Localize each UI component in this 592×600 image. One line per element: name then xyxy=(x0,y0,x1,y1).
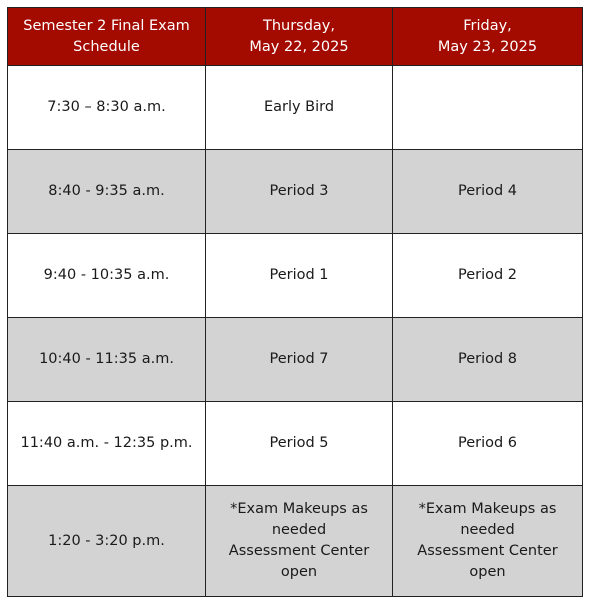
header-row: Semester 2 Final Exam Schedule Thursday,… xyxy=(7,7,583,66)
table-row: 9:40 - 10:35 a.m. Period 1 Period 2 xyxy=(7,233,583,318)
thursday-cell: Period 7 xyxy=(205,317,393,402)
time-cell: 11:40 a.m. - 12:35 p.m. xyxy=(7,401,206,486)
time-cell: 7:30 – 8:30 a.m. xyxy=(7,65,206,150)
table-row: 1:20 - 3:20 p.m. *Exam Makeups as needed… xyxy=(7,485,583,597)
thursday-cell: Early Bird xyxy=(205,65,393,150)
thursday-cell: Period 3 xyxy=(205,149,393,234)
friday-cell: Period 8 xyxy=(392,317,583,402)
thursday-cell: Period 5 xyxy=(205,401,393,486)
friday-cell: *Exam Makeups as needed Assessment Cente… xyxy=(392,485,583,597)
friday-cell: Period 4 xyxy=(392,149,583,234)
time-cell: 1:20 - 3:20 p.m. xyxy=(7,485,206,597)
makeup-note-line: *Exam Makeups as xyxy=(418,501,557,517)
makeup-note-line: *Exam Makeups as xyxy=(230,501,368,517)
time-cell: 10:40 - 11:35 a.m. xyxy=(7,317,206,402)
friday-cell: Period 6 xyxy=(392,401,583,486)
friday-cell xyxy=(392,65,583,150)
time-cell: 8:40 - 9:35 a.m. xyxy=(7,149,206,234)
exam-schedule-table: Semester 2 Final Exam Schedule Thursday,… xyxy=(7,7,583,597)
header-friday: Friday, May 23, 2025 xyxy=(392,7,583,66)
thursday-cell: *Exam Makeups as needed Assessment Cente… xyxy=(205,485,393,597)
table-row: 8:40 - 9:35 a.m. Period 3 Period 4 xyxy=(7,149,583,234)
makeup-note-line: needed xyxy=(271,522,327,538)
time-cell: 9:40 - 10:35 a.m. xyxy=(7,233,206,318)
friday-cell: Period 2 xyxy=(392,233,583,318)
table-row: 10:40 - 11:35 a.m. Period 7 Period 8 xyxy=(7,317,583,402)
table-row: 7:30 – 8:30 a.m. Early Bird xyxy=(7,65,583,150)
assessment-center-line: Assessment Center open xyxy=(417,543,558,580)
thursday-cell: Period 1 xyxy=(205,233,393,318)
table-row: 11:40 a.m. - 12:35 p.m. Period 5 Period … xyxy=(7,401,583,486)
header-title: Semester 2 Final Exam Schedule xyxy=(7,7,206,66)
assessment-center-line: Assessment Center open xyxy=(228,543,370,580)
header-thursday: Thursday, May 22, 2025 xyxy=(205,7,393,66)
makeup-note-line: needed xyxy=(460,522,515,538)
